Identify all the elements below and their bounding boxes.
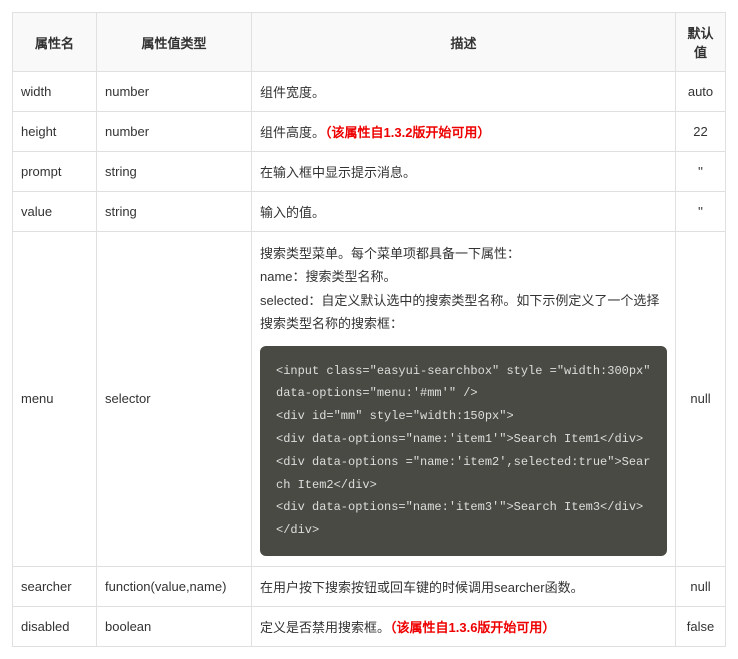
cell-type: string: [97, 192, 252, 232]
cell-name: menu: [13, 232, 97, 567]
cell-name: value: [13, 192, 97, 232]
cell-type: function(value,name): [97, 566, 252, 606]
desc-text: 组件高度。: [260, 125, 325, 140]
cell-def: 22: [676, 112, 726, 152]
table-row: prompt string 在输入框中显示提示消息。 '': [13, 152, 726, 192]
desc-text: 在输入框中显示提示消息。: [260, 165, 416, 180]
cell-type: selector: [97, 232, 252, 567]
header-type: 属性值类型: [97, 13, 252, 72]
cell-name: prompt: [13, 152, 97, 192]
table-header-row: 属性名 属性值类型 描述 默认值: [13, 13, 726, 72]
version-note: （该属性自1.3.2版开始可用）: [325, 125, 490, 140]
desc-line: selected：自定义默认选中的搜索类型名称。如下示例定义了一个选择搜索类型名…: [260, 293, 659, 331]
cell-def: '': [676, 152, 726, 192]
desc-line: 搜索类型菜单。每个菜单项都具备一下属性：: [260, 246, 520, 261]
code-example: <input class="easyui-searchbox" style ="…: [260, 346, 667, 556]
cell-type: boolean: [97, 606, 252, 646]
cell-desc: 定义是否禁用搜索框。（该属性自1.3.6版开始可用）: [252, 606, 676, 646]
cell-name: disabled: [13, 606, 97, 646]
header-def: 默认值: [676, 13, 726, 72]
cell-name: width: [13, 72, 97, 112]
desc-text: 搜索类型菜单。每个菜单项都具备一下属性： name：搜索类型名称。 select…: [260, 242, 667, 336]
table-row: menu selector 搜索类型菜单。每个菜单项都具备一下属性： name：…: [13, 232, 726, 567]
cell-desc: 搜索类型菜单。每个菜单项都具备一下属性： name：搜索类型名称。 select…: [252, 232, 676, 567]
desc-text: 输入的值。: [260, 205, 325, 220]
desc-text: 在用户按下搜索按钮或回车键的时候调用searcher函数。: [260, 580, 584, 595]
cell-desc: 组件高度。（该属性自1.3.2版开始可用）: [252, 112, 676, 152]
cell-desc: 输入的值。: [252, 192, 676, 232]
cell-def: null: [676, 566, 726, 606]
desc-line: name：搜索类型名称。: [260, 269, 397, 284]
cell-name: height: [13, 112, 97, 152]
table-row: value string 输入的值。 '': [13, 192, 726, 232]
version-note: （该属性自1.3.6版开始可用）: [390, 620, 555, 635]
cell-desc: 在输入框中显示提示消息。: [252, 152, 676, 192]
cell-def: '': [676, 192, 726, 232]
cell-type: string: [97, 152, 252, 192]
cell-type: number: [97, 112, 252, 152]
cell-def: null: [676, 232, 726, 567]
cell-def: false: [676, 606, 726, 646]
cell-type: number: [97, 72, 252, 112]
cell-desc: 组件宽度。: [252, 72, 676, 112]
properties-table: 属性名 属性值类型 描述 默认值 width number 组件宽度。 auto…: [12, 12, 726, 647]
desc-text: 组件宽度。: [260, 85, 325, 100]
desc-text: 定义是否禁用搜索框。: [260, 620, 390, 635]
cell-desc: 在用户按下搜索按钮或回车键的时候调用searcher函数。: [252, 566, 676, 606]
header-name: 属性名: [13, 13, 97, 72]
cell-def: auto: [676, 72, 726, 112]
cell-name: searcher: [13, 566, 97, 606]
table-row: searcher function(value,name) 在用户按下搜索按钮或…: [13, 566, 726, 606]
table-row: width number 组件宽度。 auto: [13, 72, 726, 112]
header-desc: 描述: [252, 13, 676, 72]
table-row: height number 组件高度。（该属性自1.3.2版开始可用） 22: [13, 112, 726, 152]
table-row: disabled boolean 定义是否禁用搜索框。（该属性自1.3.6版开始…: [13, 606, 726, 646]
